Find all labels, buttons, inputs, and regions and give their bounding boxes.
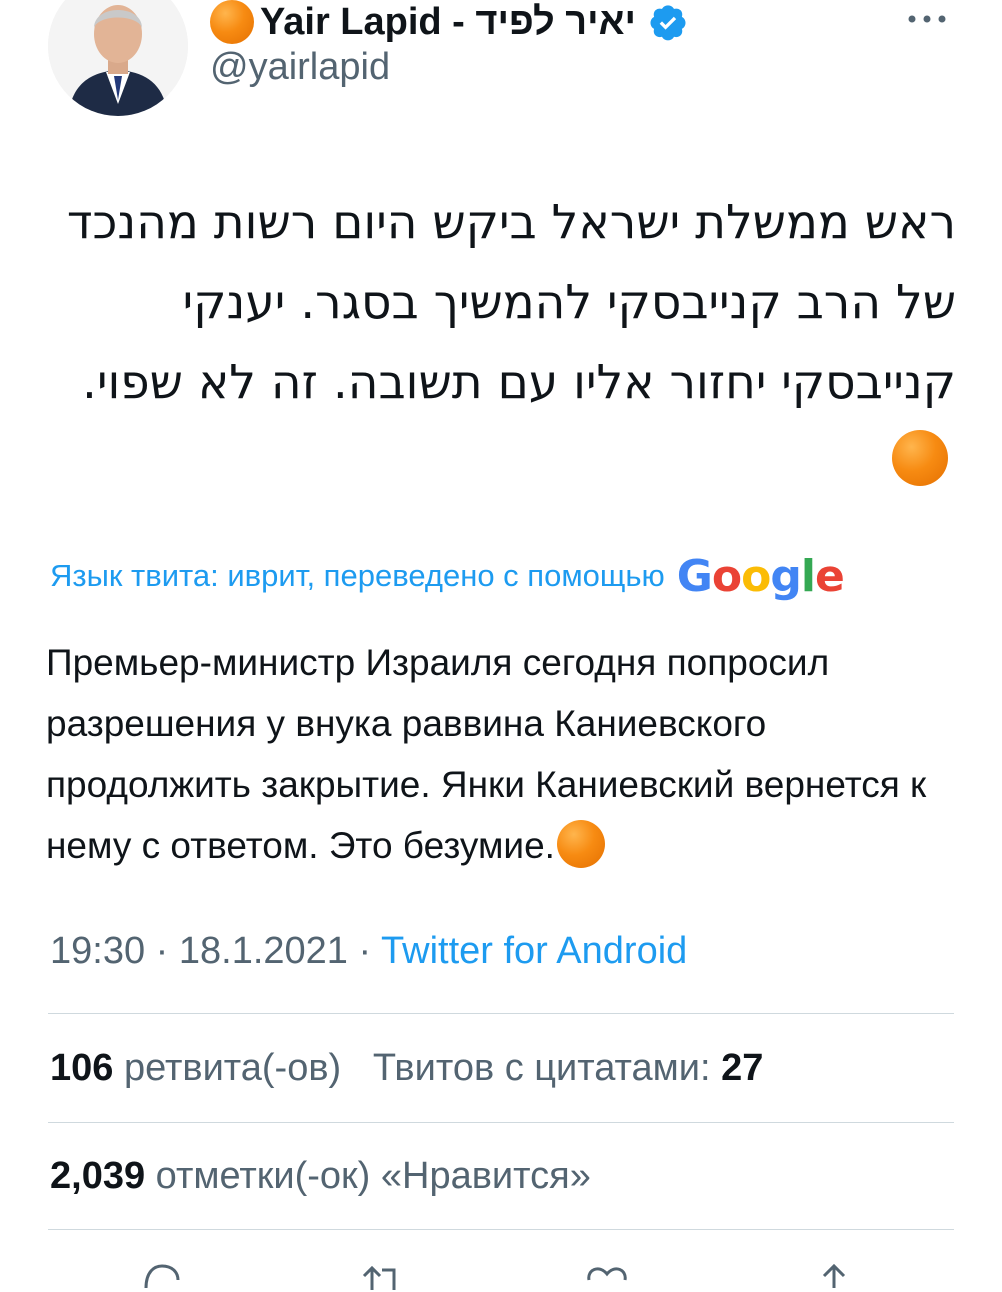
translated-text-content: Премьер-министр Израиля сегодня попросил… — [46, 642, 927, 866]
like-icon[interactable] — [585, 1262, 629, 1292]
likes-count: 2,039 — [50, 1155, 146, 1197]
orange-circle-icon — [210, 0, 254, 44]
verified-badge-icon — [650, 5, 686, 41]
meta-separator: · — [145, 930, 179, 972]
retweet-stats[interactable]: 106 ретвита(-ов) Твитов с цитатами: 27 — [50, 1047, 763, 1090]
tweet-meta: 19:30 · 18.1.2021 · Twitter for Android — [50, 930, 687, 973]
reply-icon[interactable] — [140, 1262, 184, 1292]
author-handle[interactable]: @yairlapid — [210, 46, 390, 89]
tweet-text-content: ראש ממשלת ישראל ביקש היום רשות מהנכד של … — [66, 195, 956, 410]
google-logo: Google — [676, 550, 845, 602]
retweets-label: ретвита(-ов) — [123, 1047, 342, 1089]
tweet-date[interactable]: 18.1.2021 — [179, 930, 348, 972]
likes-stats[interactable]: 2,039 отметки(-ок) «Нравится» — [50, 1155, 591, 1198]
author-name-row[interactable]: Yair Lapid - יאיר לפיד — [210, 0, 688, 46]
avatar-photo — [48, 0, 188, 116]
orange-circle-icon — [556, 820, 605, 868]
meta-separator: · — [347, 930, 382, 972]
tweet-time[interactable]: 19:30 — [50, 930, 145, 972]
divider — [48, 1229, 954, 1230]
quotes-count: 27 — [721, 1047, 764, 1089]
retweets-count: 106 — [50, 1047, 114, 1089]
orange-circle-icon — [892, 430, 948, 486]
more-icon[interactable] — [904, 4, 950, 34]
quotes-label: Твитов с цитатами: — [372, 1047, 711, 1089]
translation-label: Язык твита: иврит, переведено с помощью — [50, 558, 665, 593]
translation-attribution[interactable]: Язык твита: иврит, переведено с помощью … — [50, 550, 845, 602]
share-icon[interactable] — [812, 1262, 856, 1292]
retweet-icon[interactable] — [360, 1262, 404, 1292]
translated-tweet-text: Премьер-министр Израиля сегодня попросил… — [46, 632, 966, 876]
avatar[interactable] — [48, 0, 188, 116]
divider — [48, 1122, 954, 1123]
tweet-source-link[interactable]: Twitter for Android — [381, 930, 687, 972]
author-display-name[interactable]: Yair Lapid - יאיר לפיד — [260, 1, 636, 44]
divider — [48, 1013, 954, 1014]
tweet-text: ראש ממשלת ישראל ביקש היום רשות מהנכד של … — [46, 183, 956, 503]
likes-label: отметки(-ок) «Нравится» — [155, 1155, 591, 1197]
